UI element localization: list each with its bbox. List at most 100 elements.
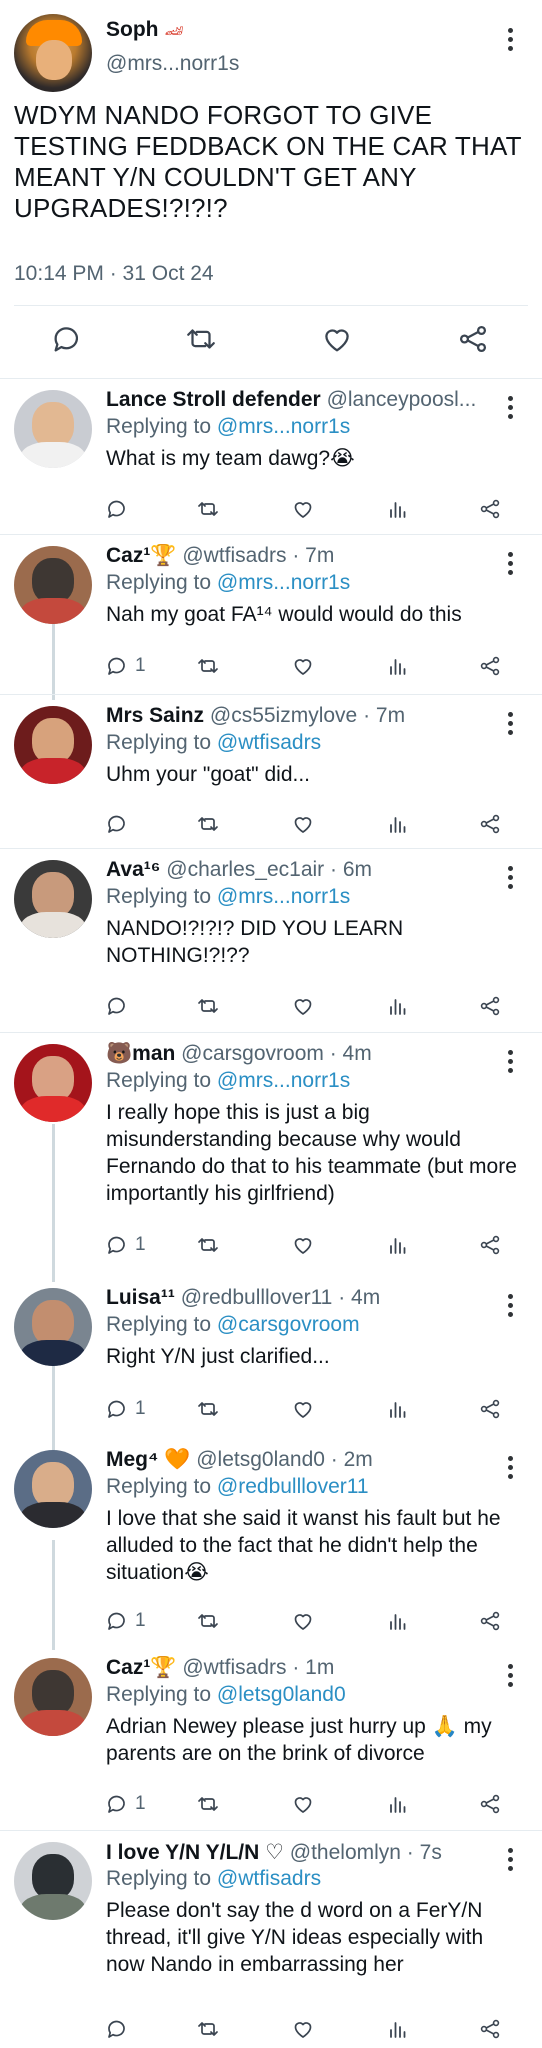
- more-options-icon[interactable]: [506, 552, 514, 575]
- replying-to-handle[interactable]: @wtfisadrs: [217, 1867, 321, 1890]
- reply-author-name[interactable]: I love Y/N Y/L/N ♡: [106, 1841, 284, 1864]
- reply-author-name[interactable]: Lance Stroll defender: [106, 388, 321, 411]
- reply-author-handle[interactable]: @lanceypoosl...: [327, 388, 477, 411]
- share-icon[interactable]: [478, 1396, 502, 1422]
- replying-to-handle[interactable]: @carsgovroom: [217, 1313, 360, 1336]
- reply-author-handle[interactable]: @letsg0land0 · 2m: [196, 1448, 373, 1471]
- avatar[interactable]: [14, 1658, 92, 1736]
- views-icon[interactable]: [386, 2016, 410, 2042]
- reply-icon[interactable]: [105, 811, 135, 837]
- reply-author-name[interactable]: Caz¹🏆: [106, 1656, 177, 1679]
- share-icon[interactable]: [456, 322, 490, 356]
- reply-author-handle[interactable]: @charles_ec1air · 6m: [166, 858, 372, 881]
- retweet-icon[interactable]: [196, 993, 220, 1019]
- avatar[interactable]: [14, 546, 92, 624]
- more-options-icon[interactable]: [506, 396, 514, 419]
- replying-to-handle[interactable]: @letsg0land0: [217, 1683, 346, 1706]
- share-icon[interactable]: [478, 2016, 502, 2042]
- reply-author-handle[interactable]: @wtfisadrs · 7m: [182, 544, 334, 567]
- reply-tweet[interactable]: Meg⁴ 🧡 @letsg0land0 · 2m Replying to @re…: [0, 1440, 542, 1636]
- reply-author-handle[interactable]: @redbulllover11 · 4m: [181, 1286, 381, 1309]
- like-icon[interactable]: [291, 1791, 315, 1817]
- share-icon[interactable]: [478, 1608, 502, 1634]
- share-icon[interactable]: [478, 653, 502, 679]
- like-icon[interactable]: [291, 496, 315, 522]
- views-icon[interactable]: [386, 496, 410, 522]
- avatar[interactable]: [14, 706, 92, 784]
- reply-tweet[interactable]: Luisa¹¹ @redbulllover11 · 4m Replying to…: [0, 1278, 542, 1438]
- more-options-icon[interactable]: [506, 1848, 514, 1871]
- replying-to-handle[interactable]: @redbulllover11: [217, 1475, 369, 1498]
- share-icon[interactable]: [478, 1232, 502, 1258]
- reply-author-name[interactable]: Meg⁴ 🧡: [106, 1448, 190, 1471]
- like-icon[interactable]: [291, 993, 315, 1019]
- reply-author-name[interactable]: Caz¹🏆: [106, 544, 177, 567]
- reply-author-handle[interactable]: @wtfisadrs · 1m: [182, 1656, 334, 1679]
- avatar[interactable]: [14, 390, 92, 468]
- retweet-icon[interactable]: [196, 2016, 220, 2042]
- retweet-icon[interactable]: [196, 1232, 220, 1258]
- tweet-timestamp[interactable]: 10:14 PM · 31 Oct 24: [14, 262, 214, 286]
- avatar[interactable]: [14, 1842, 92, 1920]
- like-icon[interactable]: [291, 2016, 315, 2042]
- retweet-icon[interactable]: [196, 1608, 220, 1634]
- reply-author-handle[interactable]: @thelomlyn · 7s: [290, 1841, 442, 1864]
- reply-icon[interactable]: [105, 2016, 135, 2042]
- more-options-icon[interactable]: [506, 28, 514, 51]
- share-icon[interactable]: [478, 811, 502, 837]
- replying-to-handle[interactable]: @mrs...norr1s: [217, 415, 350, 438]
- replying-to-handle[interactable]: @wtfisadrs: [217, 731, 321, 754]
- retweet-icon[interactable]: [196, 496, 220, 522]
- more-options-icon[interactable]: [506, 866, 514, 889]
- author-name[interactable]: Soph 🏎: [106, 18, 184, 42]
- like-icon[interactable]: [291, 653, 315, 679]
- reply-icon[interactable]: 1: [105, 653, 146, 679]
- like-icon[interactable]: [291, 1232, 315, 1258]
- share-icon[interactable]: [478, 1791, 502, 1817]
- retweet-icon[interactable]: [196, 653, 220, 679]
- avatar[interactable]: [14, 860, 92, 938]
- views-icon[interactable]: [386, 811, 410, 837]
- views-icon[interactable]: [386, 1791, 410, 1817]
- views-icon[interactable]: [386, 653, 410, 679]
- like-icon[interactable]: [291, 811, 315, 837]
- like-icon[interactable]: [291, 1396, 315, 1422]
- like-icon[interactable]: [291, 1608, 315, 1634]
- reply-tweet[interactable]: Caz¹🏆 @wtfisadrs · 1m Replying to @letsg…: [0, 1648, 542, 1820]
- reply-author-name[interactable]: Mrs Sainz: [106, 704, 204, 727]
- avatar[interactable]: [14, 1044, 92, 1122]
- reply-author-handle[interactable]: @cs55izmylove · 7m: [210, 704, 405, 727]
- more-options-icon[interactable]: [506, 712, 514, 735]
- more-options-icon[interactable]: [506, 1294, 514, 1317]
- reply-icon[interactable]: [50, 322, 84, 356]
- reply-icon[interactable]: 1: [105, 1791, 146, 1817]
- reply-tweet[interactable]: I love Y/N Y/L/N ♡ @thelomlyn · 7s Reply…: [0, 1832, 542, 2048]
- avatar[interactable]: [14, 1288, 92, 1366]
- more-options-icon[interactable]: [506, 1050, 514, 1073]
- reply-icon[interactable]: [105, 993, 135, 1019]
- views-icon[interactable]: [386, 1232, 410, 1258]
- avatar[interactable]: [14, 1450, 92, 1528]
- reply-author-name[interactable]: 🐻man: [106, 1042, 175, 1065]
- reply-tweet[interactable]: 🐻man @carsgovroom · 4m Replying to @mrs.…: [0, 1034, 542, 1270]
- replying-to-handle[interactable]: @mrs...norr1s: [217, 1069, 350, 1092]
- reply-tweet[interactable]: Ava¹⁶ @charles_ec1air · 6m Replying to @…: [0, 850, 542, 1030]
- retweet-icon[interactable]: [196, 811, 220, 837]
- reply-tweet[interactable]: Caz¹🏆 @wtfisadrs · 7m Replying to @mrs..…: [0, 536, 542, 696]
- retweet-icon[interactable]: [196, 1396, 220, 1422]
- reply-icon[interactable]: [105, 496, 135, 522]
- views-icon[interactable]: [386, 993, 410, 1019]
- more-options-icon[interactable]: [506, 1664, 514, 1687]
- share-icon[interactable]: [478, 496, 502, 522]
- author-handle[interactable]: @mrs...norr1s: [106, 52, 239, 76]
- retweet-icon[interactable]: [184, 322, 218, 356]
- views-icon[interactable]: [386, 1396, 410, 1422]
- retweet-icon[interactable]: [196, 1791, 220, 1817]
- share-icon[interactable]: [478, 993, 502, 1019]
- replying-to-handle[interactable]: @mrs...norr1s: [217, 571, 350, 594]
- replying-to-handle[interactable]: @mrs...norr1s: [217, 885, 350, 908]
- reply-icon[interactable]: 1: [105, 1396, 146, 1422]
- reply-author-name[interactable]: Luisa¹¹: [106, 1286, 175, 1309]
- reply-tweet[interactable]: Mrs Sainz @cs55izmylove · 7m Replying to…: [0, 696, 542, 848]
- views-icon[interactable]: [386, 1608, 410, 1634]
